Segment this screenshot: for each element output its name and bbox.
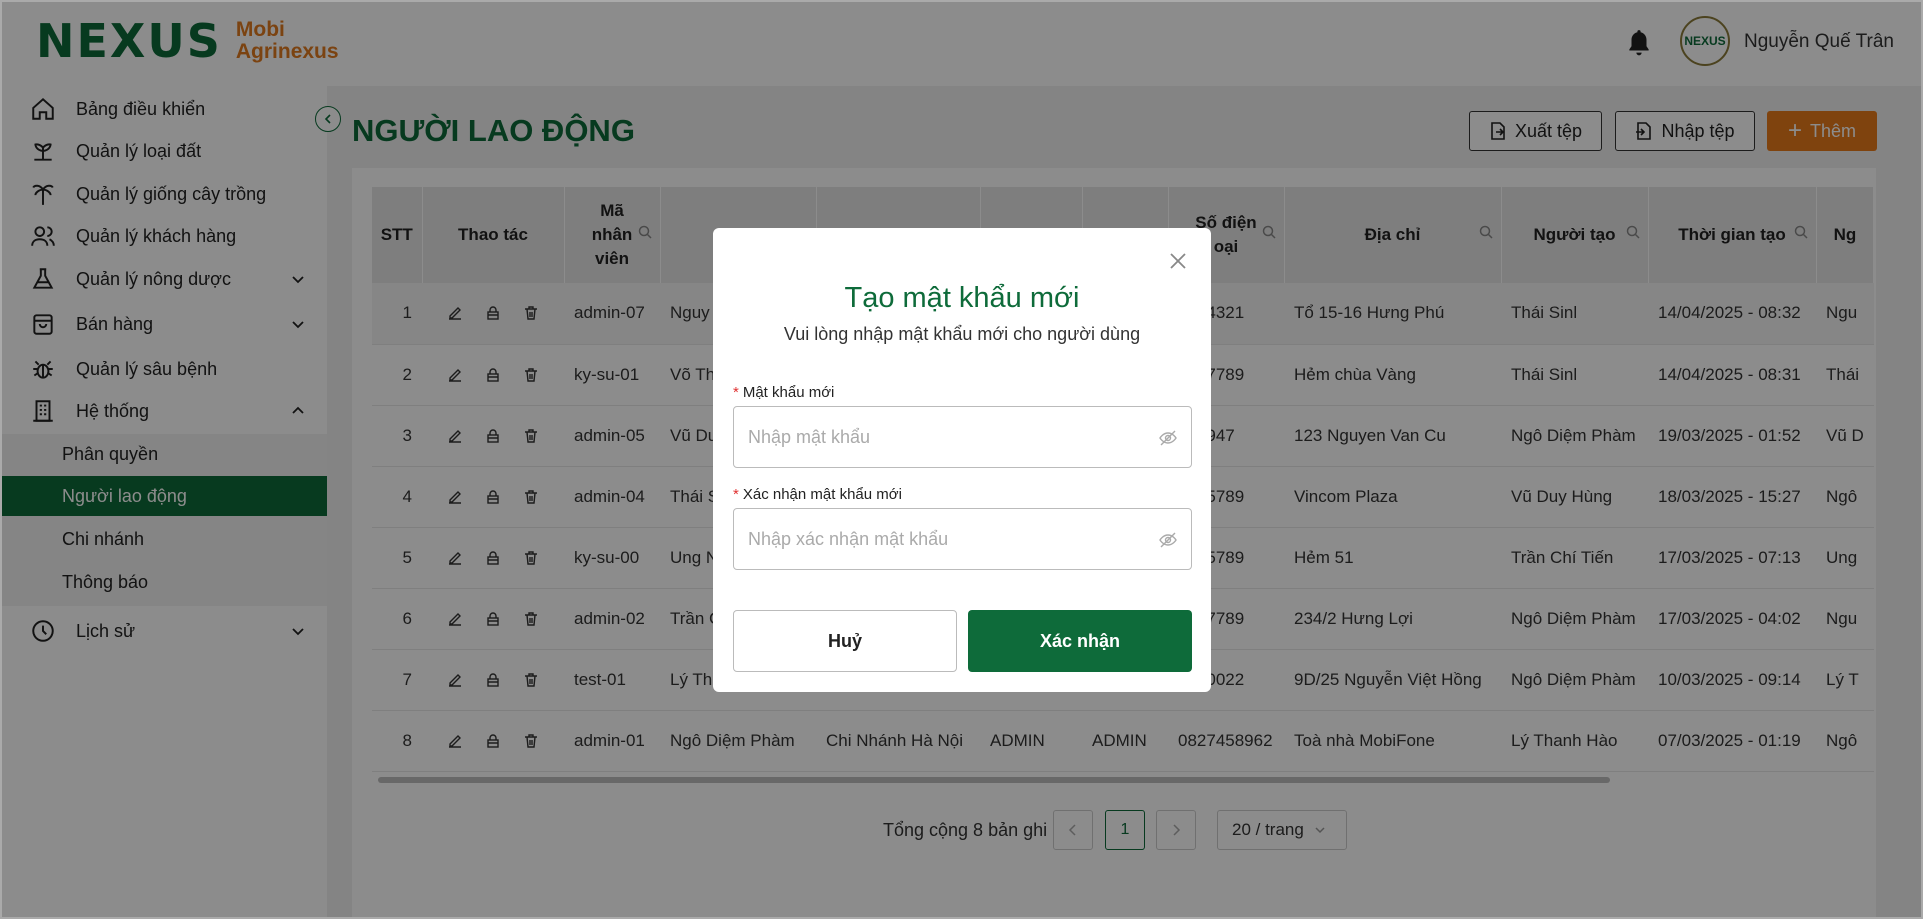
- new-password-label-text: Mật khẩu mới: [742, 384, 835, 401]
- confirm-password-label: * Xác nhận mật khẩu mới: [733, 486, 902, 503]
- eye-invisible-icon[interactable]: [1159, 531, 1177, 549]
- close-icon[interactable]: [1167, 250, 1189, 272]
- new-password-field[interactable]: Nhập mật khẩu: [733, 406, 1192, 468]
- required-mark: *: [733, 486, 739, 503]
- new-password-label: * Mật khẩu mới: [733, 384, 834, 401]
- modal-subtitle: Vui lòng nhập mật khẩu mới cho người dùn…: [783, 324, 1141, 344]
- confirm-password-field[interactable]: Nhập xác nhận mật khẩu: [733, 508, 1192, 570]
- cancel-button[interactable]: Huỷ: [733, 610, 957, 672]
- modal-title: Tạo mật khẩu mới: [844, 282, 1080, 314]
- eye-invisible-icon[interactable]: [1159, 429, 1177, 447]
- confirm-password-label-text: Xác nhận mật khẩu mới: [742, 486, 902, 503]
- confirm-password-placeholder: Nhập xác nhận mật khẩu: [748, 528, 949, 549]
- required-mark: *: [733, 384, 739, 401]
- new-password-placeholder: Nhập mật khẩu: [748, 426, 871, 447]
- confirm-button[interactable]: Xác nhận: [968, 610, 1192, 672]
- create-password-modal: Tạo mật khẩu mới Vui lòng nhập mật khẩu …: [713, 228, 1211, 692]
